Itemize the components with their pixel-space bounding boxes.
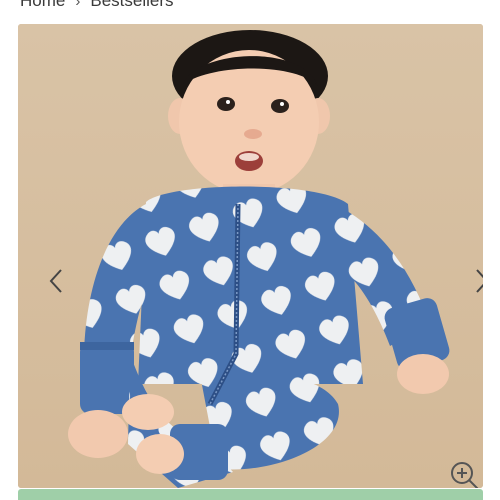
previous-image-button[interactable] xyxy=(42,264,70,298)
breadcrumb-current[interactable]: Bestsellers xyxy=(90,0,173,11)
chevron-right-icon xyxy=(476,269,483,293)
breadcrumb-home-link[interactable]: Home xyxy=(20,0,65,11)
breadcrumb-separator: › xyxy=(75,0,81,10)
zoom-in-icon xyxy=(451,462,479,488)
promo-bar xyxy=(18,489,483,500)
next-image-button[interactable] xyxy=(468,264,483,298)
breadcrumb: Home › Bestsellers xyxy=(20,0,174,11)
product-image-gallery[interactable] xyxy=(18,24,483,488)
zoom-button[interactable] xyxy=(448,459,482,488)
chevron-left-icon xyxy=(49,269,62,293)
product-photo xyxy=(18,24,483,488)
